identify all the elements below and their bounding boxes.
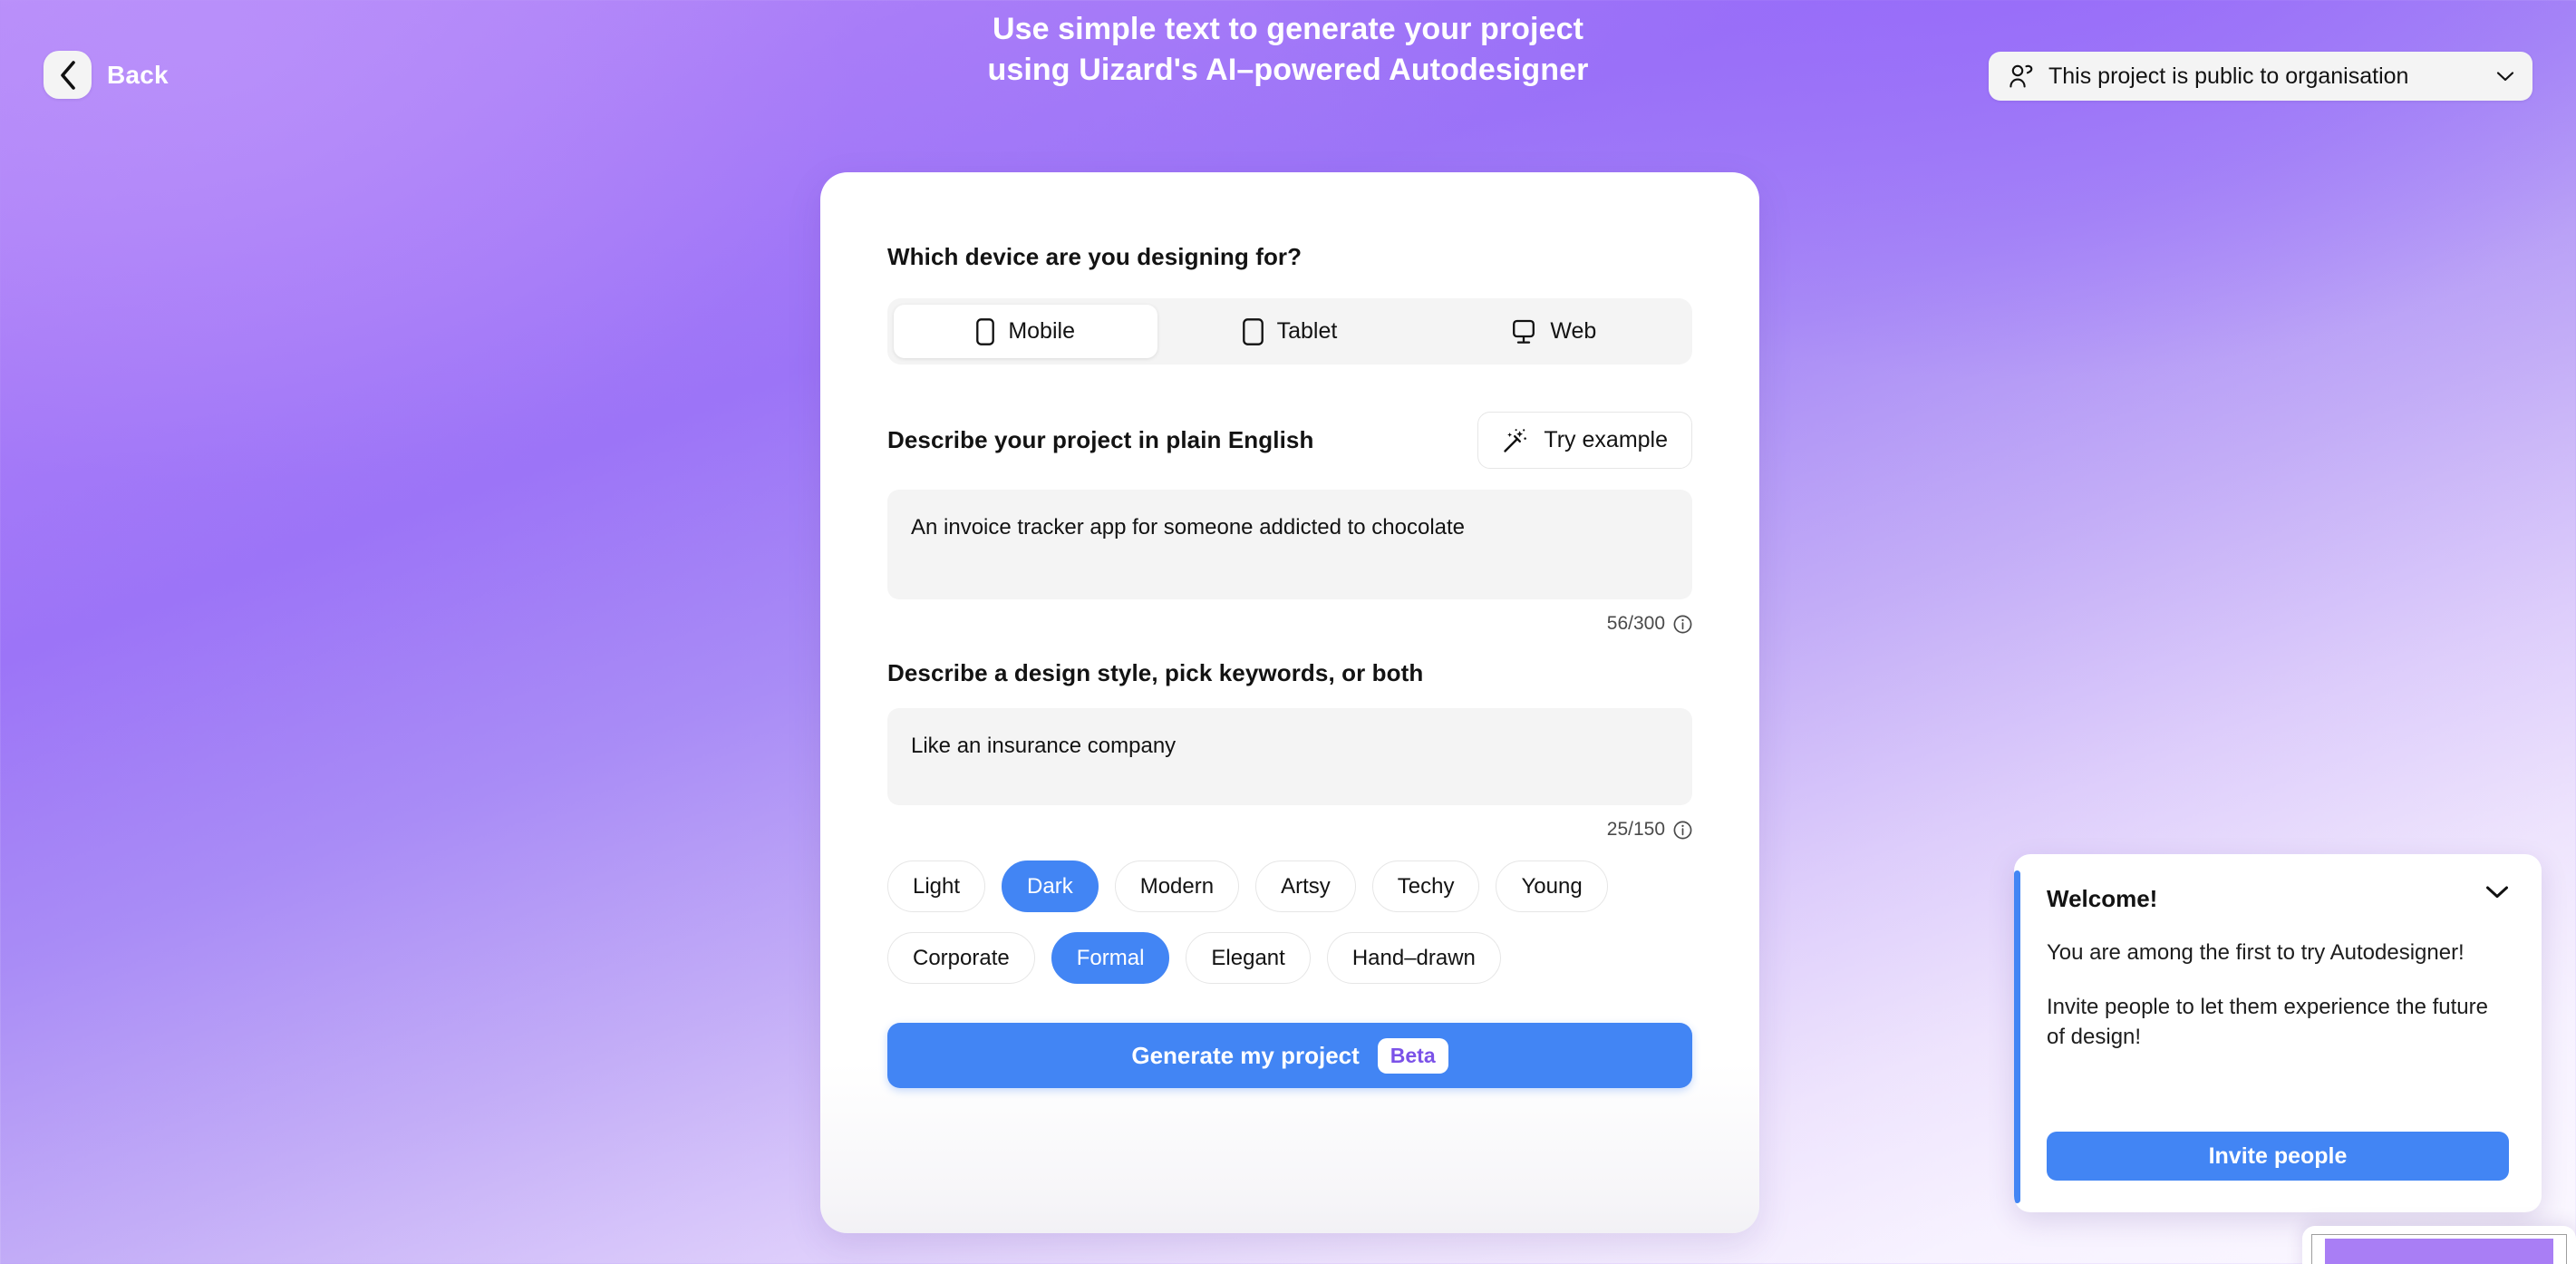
- welcome-paragraph-1: You are among the first to try Autodesig…: [2047, 940, 2465, 965]
- project-description-label: Describe your project in plain English: [887, 426, 1314, 453]
- welcome-accent-bar: [2014, 870, 2020, 1203]
- project-counter-text: 56/300: [1606, 613, 1665, 634]
- corner-widget-banner: [2325, 1239, 2553, 1264]
- generate-project-button[interactable]: Generate my project Beta: [887, 1023, 1692, 1088]
- device-option-web[interactable]: Web: [1422, 305, 1686, 358]
- corner-widget-frame: [2311, 1234, 2567, 1264]
- magic-wand-icon: [1502, 427, 1529, 454]
- device-option-mobile[interactable]: Mobile: [894, 305, 1158, 358]
- autodesigner-form-card: Which device are you designing for? Mobi…: [820, 172, 1759, 1233]
- project-description-input[interactable]: [887, 490, 1692, 599]
- keyword-chip-artsy[interactable]: Artsy: [1255, 860, 1356, 912]
- mobile-icon: [976, 317, 995, 345]
- keyword-chip-dark[interactable]: Dark: [1002, 860, 1099, 912]
- project-character-counter: 56/300: [887, 613, 1692, 635]
- chevron-down-icon[interactable]: [2485, 885, 2509, 899]
- welcome-title: Welcome!: [2047, 885, 2158, 912]
- device-option-web-label: Web: [1550, 318, 1597, 344]
- project-visibility-dropdown[interactable]: This project is public to organisation: [1989, 52, 2532, 101]
- keyword-chip-elegant[interactable]: Elegant: [1186, 932, 1311, 984]
- monitor-icon: [1511, 319, 1536, 345]
- keyword-chips-row-2: Corporate Formal Elegant Hand–drawn: [887, 932, 1692, 984]
- device-option-tablet-label: Tablet: [1276, 318, 1338, 344]
- style-character-counter: 25/150: [887, 819, 1692, 841]
- info-circle-icon[interactable]: [1673, 615, 1692, 634]
- tablet-icon: [1242, 317, 1264, 345]
- project-description-header: Describe your project in plain English T…: [887, 412, 1692, 469]
- keyword-chip-modern[interactable]: Modern: [1114, 860, 1240, 912]
- people-icon: [2009, 63, 2036, 89]
- chevron-down-icon[interactable]: [2496, 71, 2514, 83]
- design-style-input[interactable]: [887, 708, 1692, 805]
- generate-project-label: Generate my project: [1131, 1041, 1360, 1069]
- style-counter-text: 25/150: [1606, 819, 1665, 840]
- device-option-tablet[interactable]: Tablet: [1157, 305, 1421, 358]
- try-example-label: Try example: [1544, 427, 1668, 452]
- device-question-label: Which device are you designing for?: [887, 243, 1303, 270]
- keyword-chip-hand-drawn[interactable]: Hand–drawn: [1326, 932, 1501, 984]
- beta-badge: Beta: [1377, 1037, 1448, 1074]
- keyword-chip-light[interactable]: Light: [887, 860, 986, 912]
- keyword-chip-formal[interactable]: Formal: [1051, 932, 1170, 984]
- keyword-chip-techy[interactable]: Techy: [1371, 860, 1480, 912]
- device-selector[interactable]: Mobile Tablet Web: [887, 298, 1692, 365]
- keyword-chip-corporate[interactable]: Corporate: [887, 932, 1035, 984]
- corner-widget[interactable]: [2302, 1226, 2576, 1264]
- keyword-chips-row-1: Light Dark Modern Artsy Techy Young: [887, 860, 1692, 912]
- welcome-paragraph-2: Invite people to let them experience the…: [2047, 994, 2488, 1050]
- invite-people-button[interactable]: Invite people: [2047, 1132, 2509, 1181]
- info-circle-icon[interactable]: [1673, 821, 1692, 840]
- keyword-chip-young[interactable]: Young: [1496, 860, 1608, 912]
- design-style-label: Describe a design style, pick keywords, …: [887, 659, 1424, 686]
- welcome-header: Welcome!: [2047, 885, 2509, 913]
- device-option-mobile-label: Mobile: [1008, 318, 1075, 344]
- project-visibility-label: This project is public to organisation: [2048, 63, 2409, 89]
- page-title-line-1: Use simple text to generate your project: [992, 12, 1584, 46]
- welcome-body: You are among the first to try Autodesig…: [2047, 938, 2509, 1053]
- try-example-button[interactable]: Try example: [1477, 412, 1692, 469]
- welcome-panel: Welcome! You are among the first to try …: [2014, 854, 2542, 1212]
